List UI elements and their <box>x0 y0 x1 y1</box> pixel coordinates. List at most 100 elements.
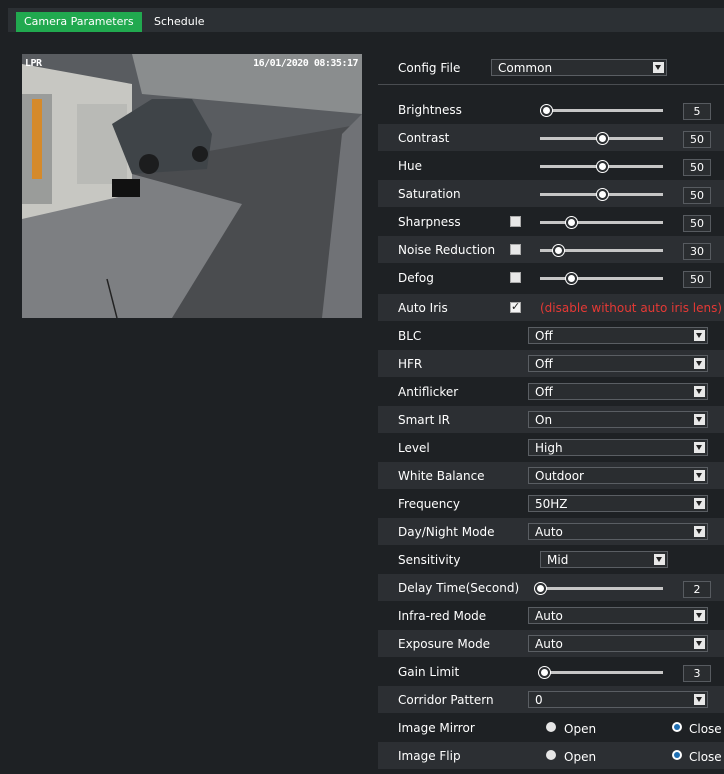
camera-preview: LPR 16/01/2020 08:35:17 <box>22 54 362 318</box>
slider-label: Sharpness <box>398 215 461 229</box>
enable-checkbox[interactable] <box>510 244 521 255</box>
select-value: Off <box>535 385 553 399</box>
chevron-down-icon[interactable] <box>694 330 705 341</box>
select-label: HFR <box>398 357 423 371</box>
level-select[interactable]: High <box>528 439 708 456</box>
select-label: Smart IR <box>398 413 450 427</box>
tab-schedule[interactable]: Schedule <box>146 12 213 32</box>
exposure-row: Exposure Mode Auto <box>378 630 724 657</box>
slider-value[interactable]: 30 <box>683 243 711 260</box>
delay-time-label: Delay Time(Second) <box>398 581 520 595</box>
slider-value[interactable]: 50 <box>683 131 711 148</box>
slider-knob[interactable] <box>553 245 565 256</box>
osd-label: LPR <box>25 58 42 69</box>
image-flip-close-label: Close <box>689 750 722 764</box>
delay-time-row: Delay Time(Second) 2 <box>378 574 724 601</box>
osd-timestamp: 16/01/2020 08:35:17 <box>253 58 358 69</box>
slider-track[interactable] <box>540 133 663 144</box>
corridor-label: Corridor Pattern <box>398 693 494 707</box>
divider <box>378 84 724 85</box>
chevron-down-icon[interactable] <box>694 414 705 425</box>
sharpness-row: Sharpness 50 <box>378 208 724 235</box>
enable-checkbox[interactable] <box>510 216 521 227</box>
auto-iris-checkbox[interactable] <box>510 300 521 313</box>
slider-track[interactable] <box>540 189 663 200</box>
image-flip-open-radio[interactable] <box>546 750 556 760</box>
select-label: Level <box>398 441 430 455</box>
chevron-down-icon[interactable] <box>654 554 665 565</box>
chevron-down-icon[interactable] <box>694 694 705 705</box>
slider-track[interactable] <box>540 273 663 284</box>
exposure-select[interactable]: Auto <box>528 635 708 652</box>
infra-red-select[interactable]: Auto <box>528 607 708 624</box>
corridor-row: Corridor Pattern 0 <box>378 686 724 713</box>
delay-time-slider[interactable] <box>535 583 663 594</box>
slider-track[interactable] <box>540 217 663 228</box>
slider-knob[interactable] <box>535 583 546 594</box>
slider-track[interactable] <box>540 245 663 256</box>
day-night-mode-select[interactable]: Auto <box>528 523 708 540</box>
chevron-down-icon[interactable] <box>694 358 705 369</box>
image-mirror-open-label: Open <box>564 722 597 736</box>
select-value: On <box>535 413 553 427</box>
slider-value[interactable]: 50 <box>683 187 711 204</box>
slider-knob[interactable] <box>538 667 550 678</box>
config-file-select[interactable]: Common <box>491 59 667 76</box>
slider-label: Contrast <box>398 131 450 145</box>
hfr-row: HFR Off <box>378 350 724 377</box>
chevron-down-icon[interactable] <box>694 498 705 509</box>
config-file-row: Config File Common <box>378 54 724 81</box>
gain-limit-value[interactable]: 3 <box>683 665 711 682</box>
smart-ir-select[interactable]: On <box>528 411 708 428</box>
blc-select[interactable]: Off <box>528 327 708 344</box>
infra-red-value: Auto <box>535 609 563 623</box>
image-mirror-open-radio[interactable] <box>546 722 556 732</box>
slider-knob[interactable] <box>565 217 577 228</box>
white-balance-select[interactable]: Outdoor <box>528 467 708 484</box>
select-value: Off <box>535 357 553 371</box>
antiflicker-row: Antiflicker Off <box>378 378 724 405</box>
slider-track[interactable] <box>540 105 663 116</box>
slider-value[interactable]: 5 <box>683 103 711 120</box>
slider-value[interactable]: 50 <box>683 271 711 288</box>
enable-checkbox[interactable] <box>510 272 521 283</box>
select-label: Day/Night Mode <box>398 525 495 539</box>
select-value: High <box>535 441 563 455</box>
sensitivity-select[interactable]: Mid <box>540 551 668 568</box>
antiflicker-select[interactable]: Off <box>528 383 708 400</box>
delay-time-value[interactable]: 2 <box>683 581 711 598</box>
chevron-down-icon[interactable] <box>694 470 705 481</box>
image-mirror-close-radio[interactable] <box>672 722 682 732</box>
slider-knob[interactable] <box>596 161 608 172</box>
defog-row: Defog 50 <box>378 264 724 291</box>
chevron-down-icon[interactable] <box>694 610 705 621</box>
select-value: Outdoor <box>535 469 584 483</box>
chevron-down-icon[interactable] <box>694 442 705 453</box>
hue-row: Hue 50 <box>378 152 724 179</box>
slider-knob[interactable] <box>596 133 608 144</box>
infra-red-label: Infra-red Mode <box>398 609 487 623</box>
image-flip-close-radio[interactable] <box>672 750 682 760</box>
image-flip-row: Image Flip Open Close <box>378 742 724 769</box>
white-balance-row: White Balance Outdoor <box>378 462 724 489</box>
chevron-down-icon[interactable] <box>694 526 705 537</box>
slider-knob[interactable] <box>565 273 577 284</box>
config-file-label: Config File <box>398 61 461 75</box>
gain-limit-slider[interactable] <box>538 667 663 678</box>
chevron-down-icon[interactable] <box>694 638 705 649</box>
frequency-select[interactable]: 50HZ <box>528 495 708 512</box>
slider-knob[interactable] <box>596 189 608 200</box>
slider-knob[interactable] <box>541 105 553 116</box>
slider-track[interactable] <box>540 161 663 172</box>
tab-camera-parameters[interactable]: Camera Parameters <box>16 12 142 32</box>
slider-value[interactable]: 50 <box>683 215 711 232</box>
image-flip-label: Image Flip <box>398 749 461 763</box>
chevron-down-icon[interactable] <box>653 62 664 73</box>
infra-red-row: Infra-red Mode Auto <box>378 602 724 629</box>
hfr-select[interactable]: Off <box>528 355 708 372</box>
corridor-select[interactable]: 0 <box>528 691 708 708</box>
exposure-value: Auto <box>535 637 563 651</box>
slider-value[interactable]: 50 <box>683 159 711 176</box>
chevron-down-icon[interactable] <box>694 386 705 397</box>
camera-preview-image <box>22 54 362 318</box>
